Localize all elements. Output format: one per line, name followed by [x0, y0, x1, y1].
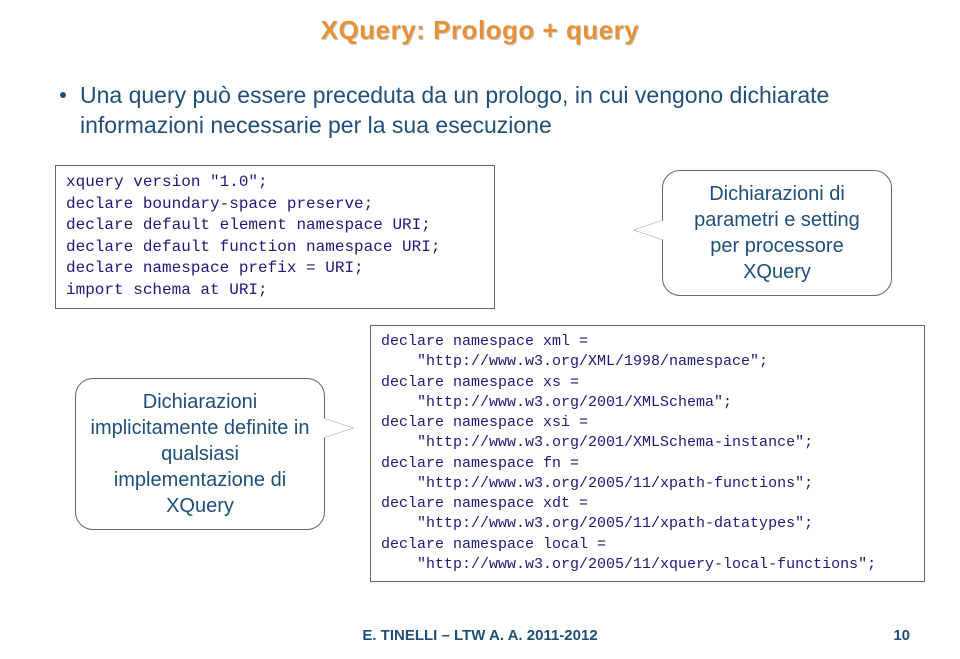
callout-dichiarazioni-implicite: Dichiarazioni implicitamente definite in…: [75, 378, 325, 530]
slide-title: XQuery: Prologo + query: [40, 0, 920, 46]
code-line: declare default element namespace URI;: [66, 215, 484, 237]
footer-text: E. TINELLI – LTW A. A. 2011-2012: [0, 627, 960, 644]
callout-tail-icon: [323, 418, 353, 438]
code-box-namespaces: declare namespace xml = "http://www.w3.o…: [370, 325, 925, 582]
callout-text: Dichiarazioni di parametri e setting per…: [662, 170, 892, 296]
code-line: declare default function namespace URI;: [66, 237, 484, 259]
code-line: xquery version "1.0";: [66, 172, 484, 194]
slide: XQuery: Prologo + query Una query può es…: [0, 0, 960, 659]
code-line: "http://www.w3.org/2005/11/xpath-functio…: [381, 474, 914, 494]
bullet-dot-icon: [60, 92, 66, 98]
code-line: declare boundary-space preserve;: [66, 194, 484, 216]
code-line: declare namespace local =: [381, 535, 914, 555]
page-number: 10: [893, 627, 910, 644]
code-line: "http://www.w3.org/XML/1998/namespace";: [381, 352, 914, 372]
code-line: import schema at URI;: [66, 280, 484, 302]
code-line: declare namespace fn =: [381, 454, 914, 474]
code-line: declare namespace xs =: [381, 373, 914, 393]
callout-text: Dichiarazioni implicitamente definite in…: [75, 378, 325, 530]
code-box-prologo: xquery version "1.0"; declare boundary-s…: [55, 165, 495, 309]
callout-tail-icon: [634, 220, 664, 240]
callout-parametri: Dichiarazioni di parametri e setting per…: [662, 170, 892, 296]
code-line: "http://www.w3.org/2005/11/xpath-datatyp…: [381, 514, 914, 534]
code-line: "http://www.w3.org/2001/XMLSchema-instan…: [381, 433, 914, 453]
code-line: declare namespace prefix = URI;: [66, 258, 484, 280]
code-line: declare namespace xml =: [381, 332, 914, 352]
bullet-row: Una query può essere preceduta da un pro…: [60, 81, 920, 141]
code-line: "http://www.w3.org/2005/11/xquery-local-…: [381, 555, 914, 575]
code-line: declare namespace xdt =: [381, 494, 914, 514]
code-line: declare namespace xsi =: [381, 413, 914, 433]
code-line: "http://www.w3.org/2001/XMLSchema";: [381, 393, 914, 413]
bullet-text: Una query può essere preceduta da un pro…: [80, 81, 920, 141]
